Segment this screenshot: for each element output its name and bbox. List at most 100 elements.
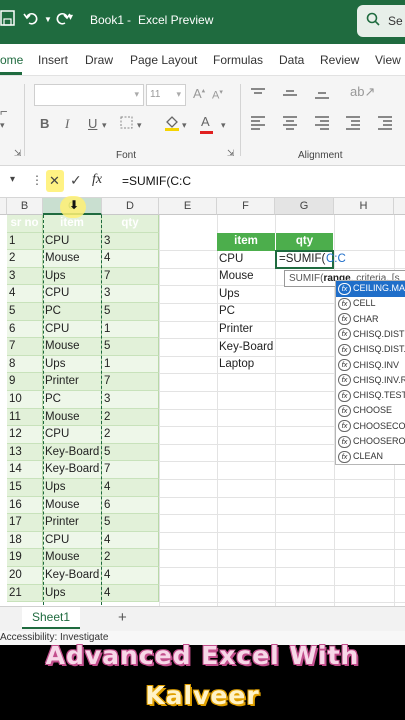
orientation-icon[interactable]: ab↗ [350,84,375,100]
tab-review[interactable]: Review [320,53,359,67]
autocomplete-item[interactable]: fx CHISQ.DIST. [336,342,405,358]
tab-page-layout[interactable]: Page Layout [130,53,197,67]
borders-icon[interactable] [120,116,133,132]
table-cell-sr-no[interactable]: 3 [7,267,43,286]
font-color-button[interactable]: A [200,114,213,134]
autocomplete-item[interactable]: fx CHISQ.INV [336,358,405,374]
table-header-cell[interactable]: qty [102,215,159,233]
column-header-G[interactable]: G [275,198,334,215]
table-cell-qty[interactable]: 5 [102,338,159,356]
bottom-align-icon[interactable] [315,88,329,100]
undo-dropdown-icon[interactable]: ▼ [44,15,52,24]
table-cell-qty[interactable]: 3 [102,285,159,303]
table-cell-qty[interactable]: 3 [102,391,159,409]
autocomplete-item[interactable]: fx CHISQ.TEST [336,388,405,404]
table-cell-qty[interactable]: 4 [102,567,159,585]
font-color-dropdown-icon[interactable]: ▾ [221,120,226,131]
autocomplete-item[interactable]: fx CEILING.MA [336,281,405,297]
table-cell-qty[interactable]: 2 [102,426,159,444]
increase-indent-icon[interactable] [378,116,392,130]
table-cell-sr-no[interactable]: 19 [7,549,43,567]
autocomplete-item[interactable]: fx CHAR [336,312,405,328]
summary-cell-item[interactable]: Laptop [217,356,275,374]
quick-access-menu-icon[interactable]: ▾ [68,12,73,23]
column-header-B[interactable]: B [7,198,43,215]
column-header-F[interactable]: F [217,198,275,215]
table-cell-qty[interactable]: 2 [102,408,159,427]
table-cell-qty[interactable]: 2 [102,549,159,567]
tab-draw[interactable]: Draw [85,53,113,67]
table-cell-qty[interactable]: 5 [102,514,159,532]
autocomplete-item[interactable]: fx CELL [336,296,405,312]
clipboard-dialog-launcher-icon[interactable]: ⇲ [14,148,22,159]
summary-cell-item[interactable]: PC [217,303,275,321]
top-align-icon[interactable] [251,88,265,98]
table-cell-sr-no[interactable]: 1 [7,232,43,251]
align-right-icon[interactable] [315,116,329,130]
clipboard-icon[interactable]: ⌐ [0,104,8,119]
confirm-entry-button[interactable]: ✓ [70,172,82,189]
column-header-E[interactable]: E [159,198,217,215]
fill-color-icon[interactable] [164,114,180,134]
underline-button[interactable]: U [88,116,97,131]
tab-data[interactable]: Data [279,53,304,67]
table-cell-sr-no[interactable]: 9 [7,373,43,391]
table-cell-qty[interactable]: 4 [102,479,159,497]
font-dialog-launcher-icon[interactable]: ⇲ [227,148,235,159]
autocomplete-item[interactable]: fx CHISQ.DIST [336,327,405,343]
summary-cell-item[interactable]: Printer [217,321,275,339]
increase-font-icon[interactable]: A▴ [193,86,205,101]
align-left-icon[interactable] [251,116,265,130]
table-cell-sr-no[interactable]: 15 [7,479,43,497]
summary-cell-item[interactable]: Key-Board [217,339,275,357]
table-cell-sr-no[interactable]: 12 [7,426,43,444]
table-cell-qty[interactable]: 1 [102,320,159,339]
table-cell-qty[interactable]: 7 [102,373,159,391]
summary-header-item[interactable]: item [217,233,275,251]
insert-function-button[interactable]: fx [92,172,102,188]
table-cell-sr-no[interactable]: 5 [7,303,43,321]
table-cell-sr-no[interactable]: 13 [7,443,43,462]
tab-home[interactable]: ome [0,53,23,67]
clipboard-dropdown-icon[interactable]: ▾ [0,120,5,131]
name-box-dropdown-icon[interactable]: ▾ [10,174,15,185]
font-name-box[interactable]: ▾ [34,84,144,106]
table-cell-sr-no[interactable]: 7 [7,338,43,356]
column-header-I[interactable] [394,198,405,215]
table-cell-qty[interactable]: 3 [102,232,159,251]
table-cell-sr-no[interactable]: 4 [7,285,43,303]
table-cell-sr-no[interactable]: 2 [7,250,43,268]
table-cell-qty[interactable]: 7 [102,461,159,479]
summary-cell-item[interactable]: CPU [217,251,275,269]
formula-input[interactable]: =SUMIF(C:C [122,174,191,188]
table-cell-sr-no[interactable]: 8 [7,355,43,374]
italic-button[interactable]: I [65,116,69,132]
save-icon[interactable] [0,9,16,32]
table-cell-sr-no[interactable]: 20 [7,567,43,585]
active-cell-editor[interactable]: =SUMIF(C:C [275,249,346,269]
column-header-H[interactable]: H [334,198,394,215]
table-cell-qty[interactable]: 4 [102,584,159,603]
column-header-D[interactable]: D [102,198,159,215]
bold-button[interactable]: B [40,116,49,131]
table-cell-sr-no[interactable]: 10 [7,391,43,409]
table-cell-qty[interactable]: 1 [102,355,159,374]
undo-icon[interactable] [23,9,39,32]
table-cell-sr-no[interactable]: 21 [7,584,43,603]
autocomplete-item[interactable]: fx CHOOSE [336,403,405,419]
table-cell-qty[interactable]: 4 [102,250,159,268]
decrease-indent-icon[interactable] [346,116,360,130]
autocomplete-item[interactable]: fx CHISQ.INV.R [336,373,405,389]
table-cell-sr-no[interactable]: 14 [7,461,43,479]
summary-cell-item[interactable]: Ups [217,286,275,304]
row-header-corner[interactable] [0,198,7,215]
table-cell-sr-no[interactable]: 17 [7,514,43,532]
add-sheet-button[interactable]: + [118,609,127,626]
sheet-tab-sheet1[interactable]: Sheet1 [22,607,80,629]
function-autocomplete-list[interactable]: fx CEILING.MA fx CELL fx CHAR fx CHISQ.DIST fx CH… [335,280,405,465]
fill-color-dropdown-icon[interactable]: ▾ [182,120,187,131]
borders-dropdown-icon[interactable]: ▾ [137,120,142,131]
tab-insert[interactable]: Insert [38,53,68,67]
middle-align-icon[interactable] [283,88,297,98]
table-cell-sr-no[interactable]: 6 [7,320,43,339]
